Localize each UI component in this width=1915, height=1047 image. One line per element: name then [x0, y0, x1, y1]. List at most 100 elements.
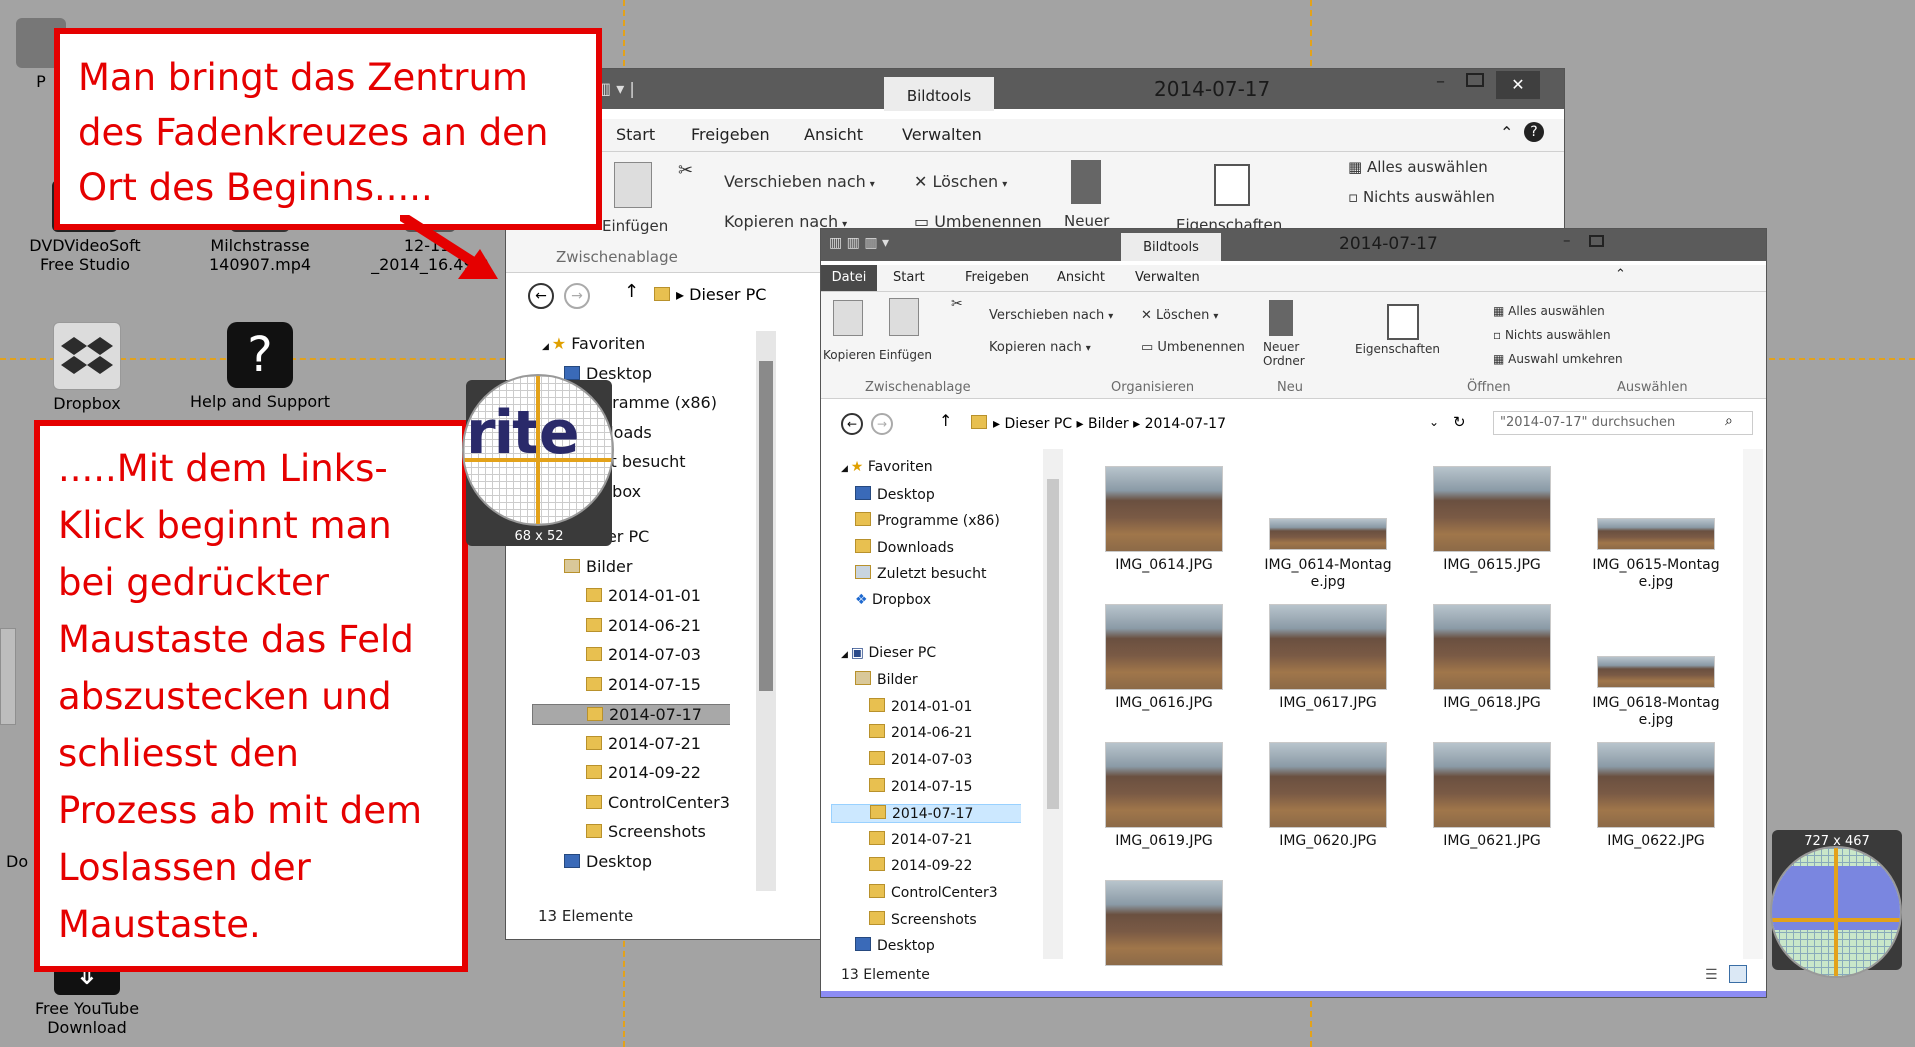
tree-item[interactable]: 2014-06-21: [869, 724, 972, 741]
tree-item[interactable]: Programme (x86): [855, 512, 1000, 529]
refresh-icon[interactable]: ↻: [1453, 413, 1466, 431]
file-item[interactable]: IMG_0618.JPG: [1417, 605, 1567, 735]
move-to-button[interactable]: Verschieben nach ▾: [724, 172, 875, 191]
tree-item[interactable]: Screenshots: [869, 910, 977, 928]
tree-item[interactable]: 2014-09-22: [586, 763, 701, 782]
tree-item[interactable]: ❖ Dropbox: [855, 592, 931, 608]
tree-item[interactable]: Downloads: [855, 538, 954, 556]
title-bar[interactable]: ▥ ▾ | Bildtools 2014-07-17 – ✕: [506, 69, 1564, 111]
file-item[interactable]: IMG_0614-Montage.jpg: [1253, 467, 1403, 597]
details-view-icon[interactable]: ☰: [1705, 967, 1718, 983]
paste-button[interactable]: Einfügen: [879, 348, 932, 362]
properties-icon[interactable]: [1214, 164, 1250, 206]
tab-verwalten[interactable]: Verwalten: [902, 125, 982, 144]
tree-item[interactable]: 2014-07-15: [869, 777, 972, 795]
explorer-window-front[interactable]: ▥ ▥ ▥ ▾ Bildtools 2014-07-17 – Datei Sta…: [820, 228, 1767, 998]
tree-item[interactable]: 2014-07-03: [586, 645, 701, 664]
file-item[interactable]: IMG_0614.JPG: [1089, 467, 1239, 597]
move-to-button[interactable]: Verschieben nach ▾: [989, 308, 1113, 323]
expand-icon[interactable]: ◢: [841, 464, 851, 474]
tree-item[interactable]: Bilder: [855, 671, 918, 688]
tiles-view-icon[interactable]: [1729, 965, 1747, 983]
navigation-pane[interactable]: ◢ ★ Favoriten Desktop Programme (x86) Downl…: [831, 459, 1021, 959]
breadcrumb[interactable]: ▸ Dieser PC: [654, 285, 766, 304]
new-folder-icon[interactable]: [1071, 160, 1101, 204]
tree-item[interactable]: 2014-07-03: [869, 751, 972, 768]
paste-button[interactable]: Einfügen: [602, 217, 668, 235]
new-folder-button[interactable]: Neuer Ordner: [1263, 340, 1305, 368]
copy-button[interactable]: Kopieren: [823, 348, 876, 362]
tree-item[interactable]: 2014-06-21: [586, 616, 701, 635]
tree-item[interactable]: 2014-07-21: [586, 734, 701, 753]
scrollbar-thumb[interactable]: [759, 361, 773, 691]
tab-ansicht[interactable]: Ansicht: [1057, 270, 1105, 285]
tab-freigeben[interactable]: Freigeben: [965, 270, 1029, 285]
forward-icon[interactable]: →: [871, 413, 893, 435]
delete-button[interactable]: ✕ Löschen ▾: [1141, 308, 1218, 323]
rename-button[interactable]: ▭ Umbenennen: [1141, 340, 1245, 355]
address-bar[interactable]: ← → ↑ ▸ Dieser PC ▸ Bilder ▸ 2014-07-17 …: [821, 407, 1766, 443]
properties-icon[interactable]: [1387, 304, 1419, 340]
tree-item[interactable]: 2014-01-01: [586, 586, 701, 605]
file-item[interactable]: IMG_0619.JPG: [1089, 743, 1239, 873]
file-item[interactable]: IMG_0620.JPG: [1253, 743, 1403, 873]
tree-item[interactable]: ControlCenter3: [869, 884, 998, 901]
tree-item[interactable]: 2014-07-15: [586, 675, 701, 694]
tree-item[interactable]: ◢ ▣ Dieser PC: [841, 645, 936, 661]
properties-button[interactable]: Eigenschaften: [1355, 342, 1440, 356]
select-none-button[interactable]: ▫ Nichts auswählen: [1348, 188, 1495, 206]
back-icon[interactable]: ←: [528, 283, 554, 309]
help-icon[interactable]: ?: [1524, 122, 1544, 142]
tab-ansicht[interactable]: Ansicht: [804, 125, 863, 144]
file-item[interactable]: IMG_0615.JPG: [1417, 467, 1567, 597]
tree-item[interactable]: 2014-09-22: [869, 857, 972, 874]
scrollbar-thumb[interactable]: [1047, 479, 1059, 809]
breadcrumb-item[interactable]: Dieser PC: [1004, 416, 1072, 432]
content-scrollbar[interactable]: [1743, 449, 1763, 959]
minimize-button[interactable]: –: [1563, 231, 1571, 249]
invert-selection-button[interactable]: ▦ Auswahl umkehren: [1493, 352, 1623, 366]
collapse-ribbon-icon[interactable]: ⌃: [1500, 123, 1513, 142]
tab-start[interactable]: Start: [893, 270, 925, 285]
select-none-button[interactable]: ▫ Nichts auswählen: [1493, 328, 1611, 342]
breadcrumb[interactable]: ▸ Dieser PC ▸ Bilder ▸ 2014-07-17: [971, 415, 1226, 432]
tab-verwalten[interactable]: Verwalten: [1135, 270, 1200, 285]
expand-icon[interactable]: ◢: [542, 342, 552, 352]
forward-icon[interactable]: →: [564, 283, 590, 309]
tree-item[interactable]: Bilder: [564, 557, 632, 576]
paste-icon[interactable]: [889, 298, 919, 336]
select-all-button[interactable]: ▦ Alles auswählen: [1493, 304, 1605, 318]
file-item[interactable]: IMG_0616.JPG: [1089, 605, 1239, 735]
copy-to-button[interactable]: Kopieren nach ▾: [989, 340, 1091, 355]
tree-item[interactable]: Desktop: [855, 937, 935, 954]
breadcrumb-item[interactable]: 2014-07-17: [1145, 416, 1226, 432]
file-item[interactable]: IMG_0617.JPG: [1253, 605, 1403, 735]
cut-icon[interactable]: ✂: [678, 160, 693, 181]
breadcrumb-item[interactable]: Dieser PC: [689, 285, 766, 304]
collapse-ribbon-icon[interactable]: ⌃: [1615, 267, 1626, 282]
tree-item[interactable]: 2014-07-17: [532, 704, 730, 725]
copy-icon[interactable]: [833, 300, 863, 336]
file-item[interactable]: IMG_0621.JPG: [1417, 743, 1567, 873]
file-item[interactable]: IMG_0615-Montage.jpg: [1581, 467, 1731, 597]
scrollbar[interactable]: [1043, 449, 1063, 959]
scrollbar[interactable]: [756, 331, 776, 891]
minimize-button[interactable]: –: [1436, 71, 1445, 92]
desktop-icon-help[interactable]: ? Help and Support: [185, 322, 335, 411]
cut-icon[interactable]: ✂: [951, 296, 963, 312]
tab-freigeben[interactable]: Freigeben: [691, 125, 770, 144]
tab-start[interactable]: Start: [616, 125, 655, 144]
close-button[interactable]: ✕: [1496, 71, 1540, 99]
breadcrumb-item[interactable]: Bilder: [1088, 416, 1129, 432]
quick-access-icon[interactable]: ▥ ▥ ▥ ▾: [829, 235, 889, 251]
delete-button[interactable]: ✕ Löschen ▾: [914, 172, 1007, 191]
title-bar[interactable]: ▥ ▥ ▥ ▾ Bildtools 2014-07-17 –: [821, 229, 1766, 261]
back-icon[interactable]: ←: [841, 413, 863, 435]
paste-icon[interactable]: [614, 162, 652, 208]
tree-item[interactable]: ControlCenter3: [586, 793, 730, 812]
desktop-icon-dropbox[interactable]: Dropbox: [12, 322, 162, 413]
tab-datei[interactable]: Datei: [821, 265, 877, 291]
tree-item[interactable]: Zuletzt besucht: [855, 565, 986, 582]
tree-item[interactable]: 2014-07-21: [869, 830, 972, 848]
maximize-button[interactable]: [1589, 235, 1604, 247]
